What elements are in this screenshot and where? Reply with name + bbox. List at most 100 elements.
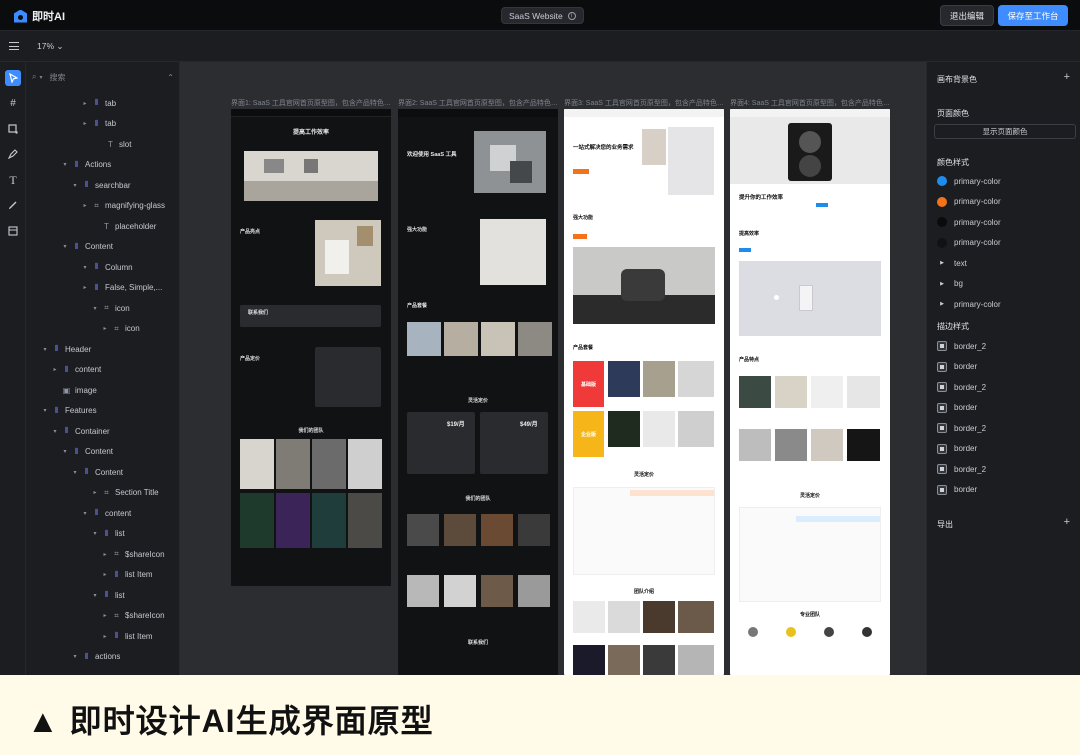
- stroke-style-row[interactable]: border: [937, 401, 977, 415]
- layer-search[interactable]: ⌕ ▾ 搜索 ⌃: [32, 70, 174, 84]
- caret-right-icon[interactable]: ▸: [102, 612, 108, 619]
- app-logo[interactable]: 即时AI: [14, 8, 65, 24]
- caret-right-icon[interactable]: ▸: [82, 100, 88, 107]
- layer-row[interactable]: ▾ ⦀ Content: [62, 240, 113, 254]
- color-style-row[interactable]: ▶ text: [937, 256, 967, 270]
- layer-row[interactable]: Tplaceholder: [92, 219, 156, 233]
- layer-row[interactable]: ▸ ⦀ tab: [82, 117, 116, 131]
- layer-row[interactable]: ▾ ⦀ Actions: [62, 158, 111, 172]
- layer-row[interactable]: ▾ ⌗ icon: [92, 301, 129, 315]
- save-to-workspace-button[interactable]: 保存至工作台: [998, 5, 1068, 26]
- frame-2[interactable]: 欢迎使用 SaaS 工具 强大功能 产品套餐 灵活定价 $19/月 $49/月 …: [398, 109, 558, 675]
- layer-row[interactable]: Tslot: [96, 137, 131, 151]
- layer-label: Content: [95, 467, 124, 477]
- caret-down-icon[interactable]: ▾: [92, 592, 98, 599]
- caret-right-icon[interactable]: ▸: [82, 202, 88, 209]
- layer-row[interactable]: ▸ ⌗ $shareIcon: [102, 609, 164, 623]
- layer-row[interactable]: ▾ ⦀ Header: [42, 342, 91, 356]
- caret-right-icon[interactable]: ▸: [82, 120, 88, 127]
- stroke-style-row[interactable]: border: [937, 442, 977, 456]
- caret-right-icon[interactable]: ▸: [52, 366, 58, 373]
- caret-down-icon[interactable]: ▾: [42, 407, 48, 414]
- frame-label-3[interactable]: 界面3: SaaS 工具官网首页原型图，包含产品特色…: [564, 98, 724, 108]
- layer-row[interactable]: ▾ ⦀ Column: [82, 260, 132, 274]
- pencil-tool-icon[interactable]: [5, 197, 21, 213]
- caret-down-icon[interactable]: ▾: [92, 530, 98, 537]
- collapse-all-icon[interactable]: ⌃: [167, 73, 174, 82]
- layer-row[interactable]: ▾ ⦀ Features: [42, 404, 96, 418]
- exit-edit-button[interactable]: 退出编辑: [940, 5, 994, 26]
- hamburger-menu-icon[interactable]: [9, 42, 19, 50]
- caret-right-icon[interactable]: ▸: [82, 284, 88, 291]
- layer-row[interactable]: ▸ ⌗ magnifying-glass: [82, 199, 165, 213]
- layer-row[interactable]: ▸ ⦀ False, Simple,...: [82, 281, 162, 295]
- frame-label-2[interactable]: 界面2: SaaS 工具官网首页原型图，包含产品特色…: [398, 98, 558, 108]
- caret-down-icon[interactable]: ▾: [52, 428, 58, 435]
- layer-row[interactable]: ▸ ⦀ list Item: [102, 568, 152, 582]
- layer-row[interactable]: ▸ ⌗ icon: [102, 322, 139, 336]
- stroke-style-row[interactable]: border_2: [937, 380, 986, 394]
- layer-row[interactable]: ▸ ⦀ list Item: [102, 629, 152, 643]
- caret-down-icon[interactable]: ▾: [62, 243, 68, 250]
- add-canvas-bg-icon[interactable]: +: [1064, 71, 1070, 83]
- pen-tool-icon[interactable]: [5, 146, 21, 162]
- layer-row[interactable]: ▾ ⦀ Content: [72, 465, 123, 479]
- frame-4[interactable]: 提升你的工作效率 提高效率 产品特点 灵活定价 专业团队: [730, 109, 890, 675]
- frame-stack-icon: ⦀: [54, 344, 59, 353]
- caret-down-icon[interactable]: ▾: [62, 448, 68, 455]
- stroke-style-row[interactable]: border_2: [937, 339, 986, 353]
- caret-right-icon[interactable]: ▸: [92, 489, 98, 496]
- color-style-row[interactable]: primary-color: [937, 215, 1001, 229]
- color-style-row[interactable]: primary-color: [937, 174, 1001, 188]
- frame-tool-icon[interactable]: #: [5, 95, 21, 111]
- caret-down-icon[interactable]: ▾: [62, 161, 68, 168]
- layer-row[interactable]: ▸ ⌗ $shareIcon: [102, 547, 164, 561]
- layer-row[interactable]: ▸ ⌗ Section Title: [92, 486, 158, 500]
- frame3-badge-enterprise: 企业版: [573, 411, 604, 457]
- stroke-style-row[interactable]: border: [937, 360, 977, 374]
- stroke-style-row[interactable]: border_2: [937, 421, 986, 435]
- layer-row[interactable]: ▾ ⦀ content: [82, 506, 131, 520]
- layer-row[interactable]: ▸ ⦀ tab: [82, 96, 116, 110]
- show-page-color-button[interactable]: 显示页面颜色: [934, 124, 1076, 139]
- layer-row[interactable]: ▾ ⦀ list: [92, 588, 124, 602]
- caret-down-icon[interactable]: ▾: [72, 469, 78, 476]
- color-style-row[interactable]: primary-color: [937, 195, 1001, 209]
- search-dropdown-icon[interactable]: ▾: [39, 74, 42, 81]
- caret-down-icon[interactable]: ▾: [82, 510, 88, 517]
- frame-label-1[interactable]: 界面1: SaaS 工具官网首页原型图，包含产品特色…: [231, 98, 391, 108]
- add-export-icon[interactable]: +: [1064, 516, 1070, 528]
- select-tool-icon[interactable]: [5, 70, 21, 86]
- frame-1[interactable]: 提高工作效率 产品亮点 联系我们 产品定价 我们的团队: [231, 109, 391, 586]
- stroke-style-row[interactable]: border_2: [937, 462, 986, 476]
- layer-row[interactable]: ▾ ⦀ actions: [72, 650, 120, 664]
- frame-3[interactable]: 一站式解决您的业务需求 强大功能 产品套餐 基础版 企业版 灵活定价 团队介绍: [564, 109, 724, 675]
- caret-down-icon[interactable]: ▾: [72, 182, 78, 189]
- zoom-selector[interactable]: 17% ⌄: [37, 41, 64, 52]
- caret-down-icon[interactable]: ▾: [82, 264, 88, 271]
- layer-row[interactable]: ▾ ⦀ Content: [62, 445, 113, 459]
- color-style-row[interactable]: ▶ bg: [937, 277, 963, 291]
- design-canvas[interactable]: 界面1: SaaS 工具官网首页原型图，包含产品特色… 界面2: SaaS 工具…: [180, 62, 926, 675]
- caret-right-icon[interactable]: ▸: [102, 571, 108, 578]
- caret-right-icon[interactable]: ▸: [102, 551, 108, 558]
- frame1-team-photo: [348, 439, 382, 489]
- layer-row[interactable]: ▸ ⦀ content: [52, 363, 101, 377]
- stroke-style-row[interactable]: border: [937, 483, 977, 497]
- shape-tool-icon[interactable]: [5, 121, 21, 137]
- color-style-row[interactable]: primary-color: [937, 236, 1001, 250]
- caret-right-icon[interactable]: ▸: [102, 325, 108, 332]
- caret-down-icon[interactable]: ▾: [72, 653, 78, 660]
- layer-row[interactable]: ▾ ⦀ list: [92, 527, 124, 541]
- text-tool-icon[interactable]: T: [5, 172, 21, 188]
- frame-label-4[interactable]: 界面4: SaaS 工具官网首页原型图，包含产品特色…: [730, 98, 890, 108]
- layer-row[interactable]: ▾ ⦀ Container: [52, 424, 109, 438]
- color-style-row[interactable]: ▶ primary-color: [937, 297, 1001, 311]
- project-title-pill[interactable]: SaaS Website i: [501, 7, 584, 24]
- layer-row[interactable]: ▣ image: [52, 383, 97, 397]
- caret-down-icon[interactable]: ▾: [42, 346, 48, 353]
- component-tool-icon[interactable]: [5, 223, 21, 239]
- caret-right-icon[interactable]: ▸: [102, 633, 108, 640]
- caret-down-icon[interactable]: ▾: [92, 305, 98, 312]
- layer-row[interactable]: ▾ ⦀ searchbar: [72, 178, 130, 192]
